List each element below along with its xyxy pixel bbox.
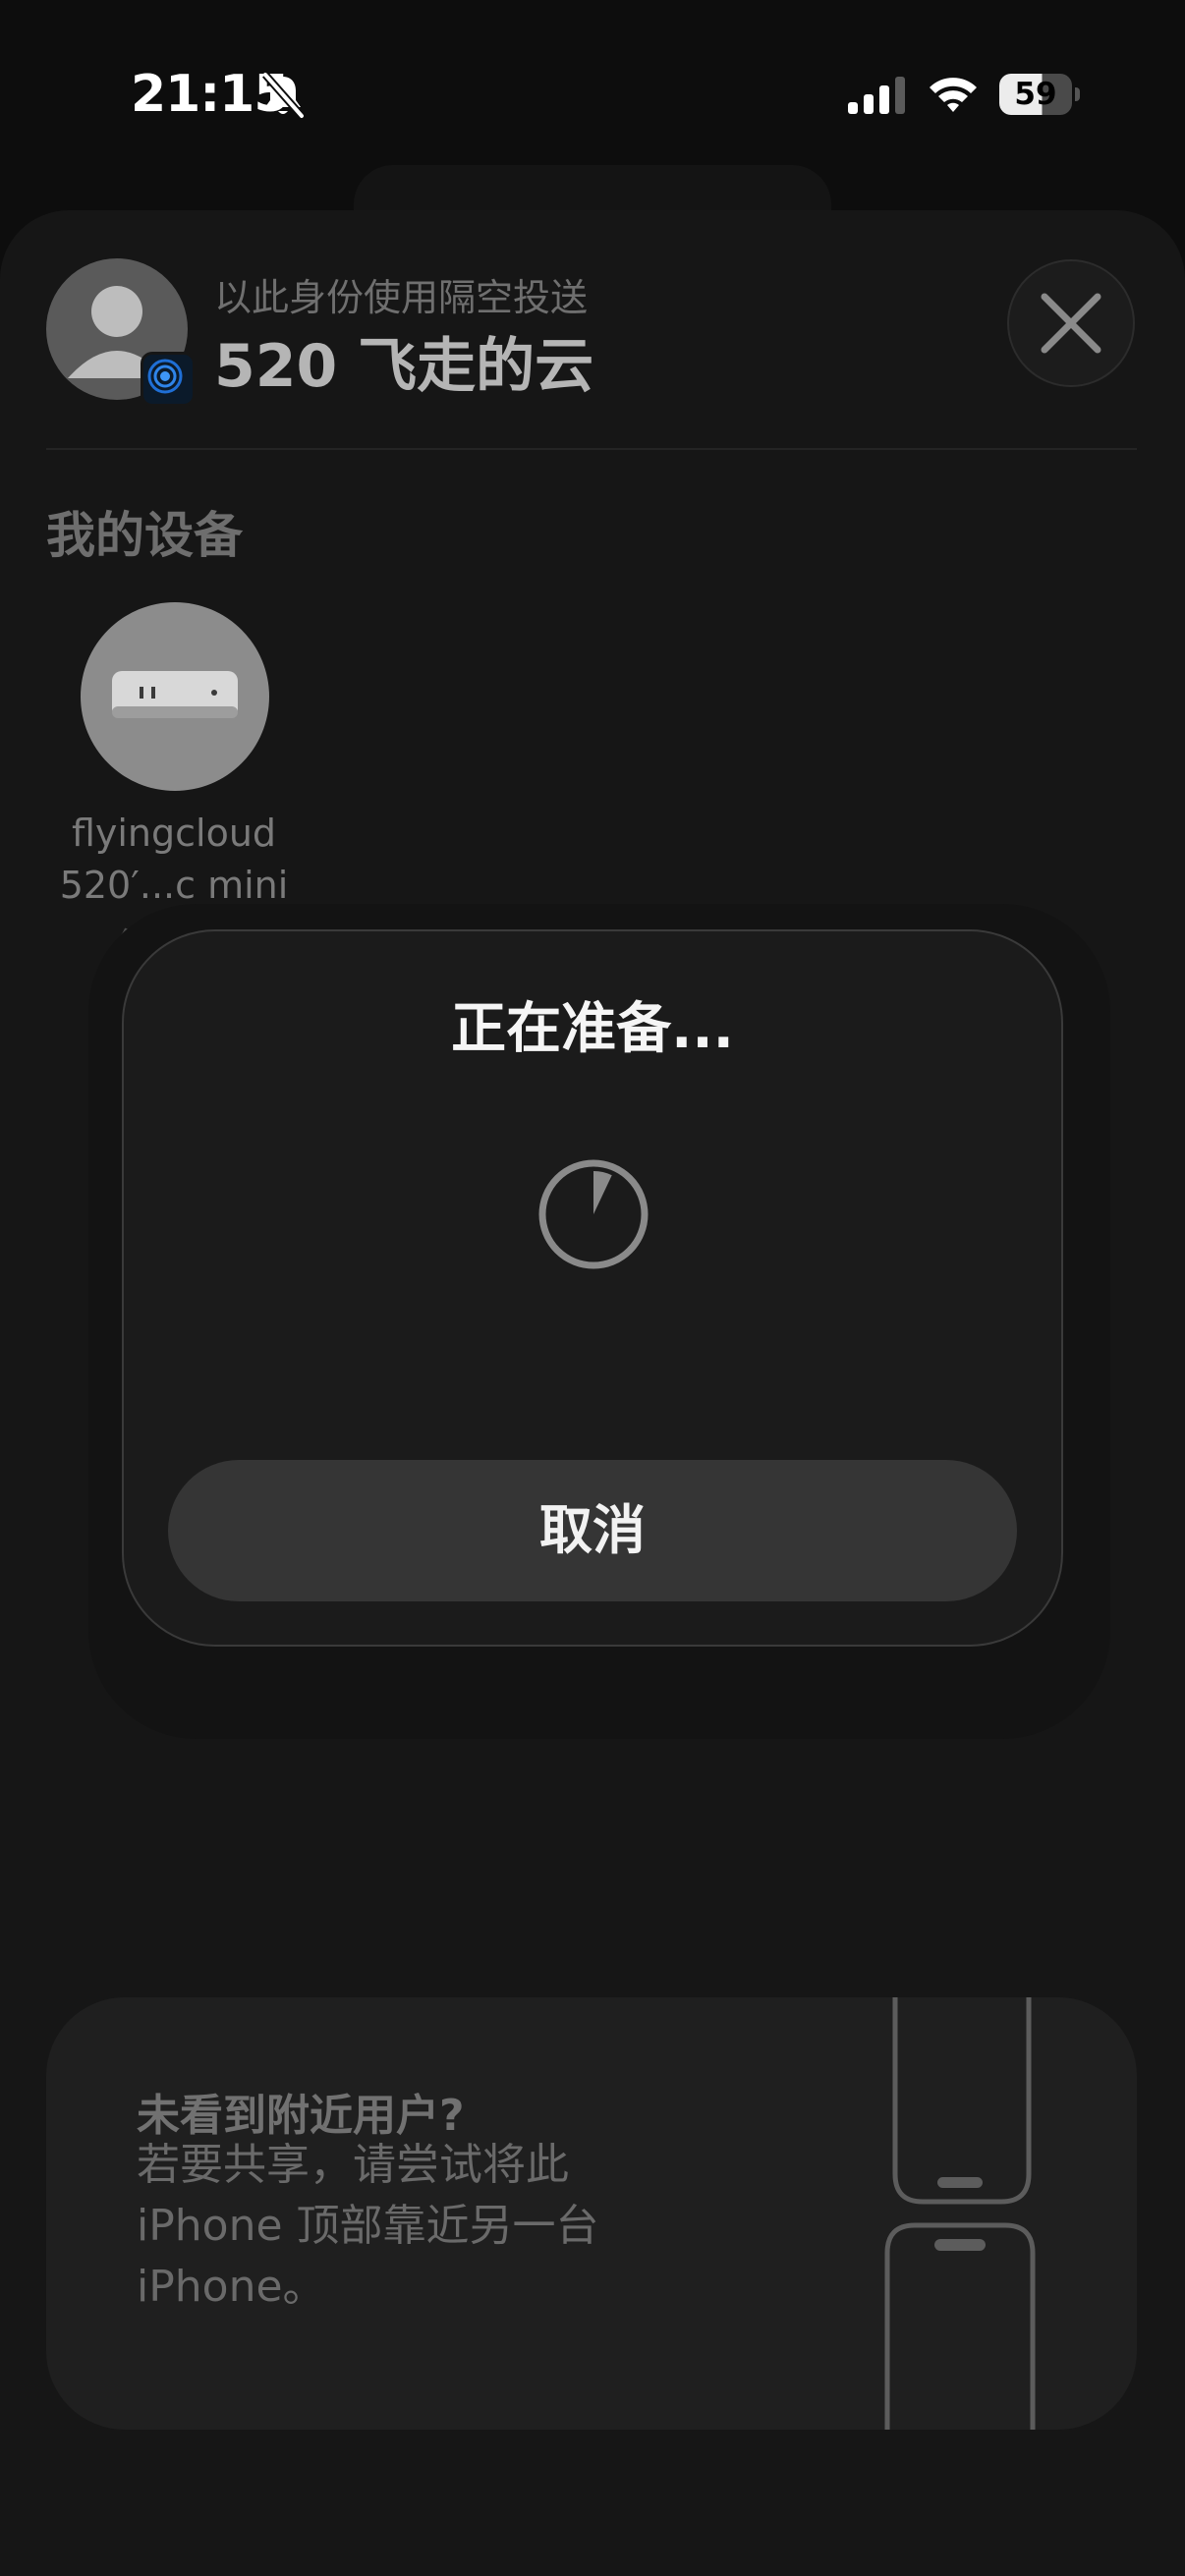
airdrop-badge — [141, 352, 196, 407]
airdrop-icon — [147, 359, 183, 394]
device-name-line1: flyingcloud — [71, 812, 277, 855]
cancel-button[interactable]: 取消 — [168, 1460, 1017, 1601]
header-subtitle: 以此身份使用隔空投送 — [214, 276, 589, 319]
hint-title: 未看到附近用户? — [137, 2091, 465, 2141]
hint-body: 若要共享，请尝试将此 iPhone 顶部靠近另一台 iPhone。 — [137, 2140, 599, 2312]
preparing-dialog: 正在准备... 取消 — [122, 929, 1063, 1647]
sender-name[interactable]: 520 飞走的云 — [214, 318, 593, 404]
close-button[interactable] — [1007, 259, 1135, 387]
battery-cap — [1075, 87, 1080, 101]
two-iphones-icon — [884, 1997, 1036, 2430]
device-item[interactable] — [81, 602, 269, 791]
header-divider — [46, 448, 1137, 450]
my-devices-title: 我的设备 — [46, 507, 243, 564]
airdrop-screen: 21:15 59 以此身份使用隔空投送 520 飞走的云 我的设备 flying… — [0, 0, 1185, 2576]
dialog-title: 正在准备... — [451, 997, 734, 1061]
wifi-icon — [930, 78, 977, 112]
nearby-hint-card: 未看到附近用户? 若要共享，请尝试将此 iPhone 顶部靠近另一台 iPhon… — [46, 1997, 1137, 2430]
progress-ring-icon — [538, 1159, 649, 1269]
status-bar: 21:15 59 — [0, 0, 1185, 187]
xmark-icon — [1041, 293, 1101, 354]
cellular-signal-icon — [848, 77, 905, 114]
bell-slash-icon — [261, 72, 306, 119]
mac-mini-icon — [112, 671, 238, 718]
device-name-line2: 520′...c mini — [59, 864, 289, 907]
battery-level: 59 — [1014, 77, 1057, 112]
battery-icon: 59 — [999, 74, 1080, 117]
